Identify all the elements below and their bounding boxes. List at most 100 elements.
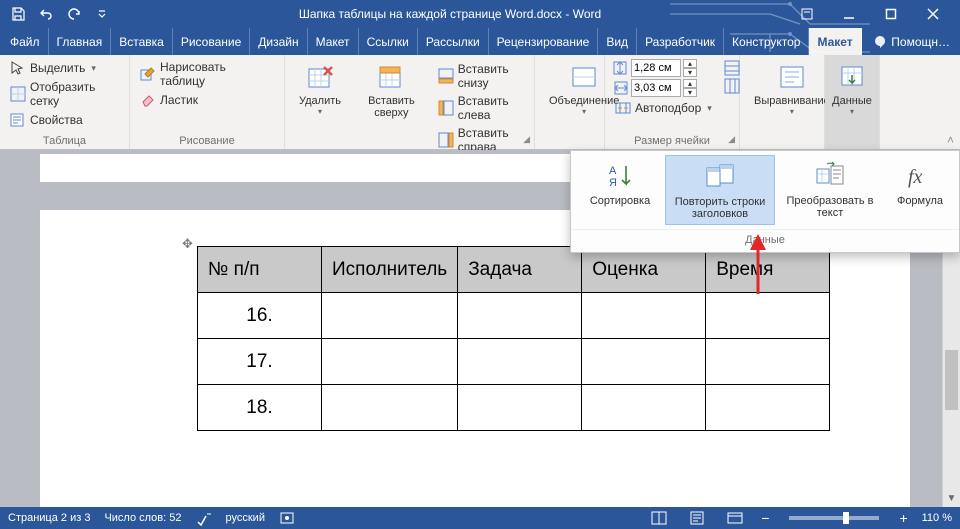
view-read-mode-button[interactable] [647, 507, 671, 529]
rows-cols-launcher[interactable]: ◢ [523, 134, 530, 145]
table-header-row[interactable]: № п/п Исполнитель Задача Оценка Время [198, 247, 830, 293]
table-cell[interactable]: 16. [198, 293, 322, 339]
table-cell[interactable]: 18. [198, 385, 322, 431]
table-cell[interactable] [582, 293, 706, 339]
maximize-button[interactable] [870, 0, 912, 28]
table-header-cell[interactable]: № п/п [198, 247, 322, 293]
gridlines-button[interactable]: Отобразить сетку [8, 79, 121, 109]
tab-insert[interactable]: Вставка [111, 28, 173, 55]
table-header-cell[interactable]: Задача [458, 247, 582, 293]
table-cell[interactable] [582, 385, 706, 431]
table-cell[interactable] [322, 339, 458, 385]
table-header-cell[interactable]: Время [706, 247, 830, 293]
scroll-thumb[interactable] [945, 350, 958, 410]
tab-review[interactable]: Рецензирование [489, 28, 599, 55]
col-width-input[interactable] [631, 79, 681, 97]
merge-icon [568, 61, 600, 93]
repeat-header-rows-button[interactable]: Повторить строки заголовков [665, 155, 775, 225]
table-row[interactable]: 18. [198, 385, 830, 431]
document-page[interactable]: ✥ № п/п Исполнитель Задача Оценка Время … [40, 210, 910, 507]
row-height-input[interactable] [631, 59, 681, 77]
tab-draw[interactable]: Рисование [173, 28, 250, 55]
table-cell[interactable] [458, 385, 582, 431]
alignment-button[interactable]: Выравнивание ▾ [748, 59, 836, 118]
status-language[interactable]: русский [226, 512, 265, 524]
redo-button[interactable] [62, 2, 86, 26]
cell-size-launcher[interactable]: ◢ [728, 134, 735, 145]
insert-below-button[interactable]: Вставить снизу [436, 61, 526, 91]
table-row[interactable]: 16. [198, 293, 830, 339]
collapse-ribbon-button[interactable]: ˄ [947, 133, 954, 147]
eraser-button[interactable]: Ластик [138, 91, 276, 109]
ribbon-options-button[interactable] [786, 0, 828, 28]
gridlines-label: Отобразить сетку [30, 80, 119, 108]
zoom-in-button[interactable]: + [899, 510, 907, 526]
table-cell[interactable] [458, 293, 582, 339]
qat-customize-button[interactable] [90, 2, 114, 26]
width-up[interactable]: ▴ [683, 79, 697, 88]
undo-button[interactable] [34, 2, 58, 26]
tab-table-design[interactable]: Конструктор [724, 28, 809, 55]
table-header-cell[interactable]: Оценка [582, 247, 706, 293]
tab-home[interactable]: Главная [49, 28, 112, 55]
status-spellcheck-icon[interactable] [196, 510, 212, 526]
scroll-down-button[interactable]: ▼ [943, 489, 960, 507]
tab-design[interactable]: Дизайн [250, 28, 307, 55]
table-cell[interactable] [458, 339, 582, 385]
table-cell[interactable] [322, 293, 458, 339]
data-dropdown-label: Данные [832, 95, 872, 107]
tell-me-button[interactable]: Помощн… [863, 28, 960, 55]
data-dropdown-button[interactable]: Данные ▾ [826, 59, 878, 118]
sort-label: Сортировка [590, 195, 650, 207]
table-row[interactable]: 17. [198, 339, 830, 385]
table-cell[interactable] [706, 385, 830, 431]
tab-layout[interactable]: Макет [308, 28, 359, 55]
tab-table-layout[interactable]: Макет [809, 28, 861, 55]
distribute-rows-button[interactable] [724, 60, 740, 76]
save-button[interactable] [6, 2, 30, 26]
view-web-layout-button[interactable] [723, 507, 747, 529]
height-down[interactable]: ▾ [683, 68, 697, 77]
close-button[interactable] [912, 0, 954, 28]
formula-button[interactable]: fx Формула [885, 155, 955, 225]
convert-to-text-button[interactable]: Преобразовать в текст [775, 155, 885, 225]
height-up[interactable]: ▴ [683, 59, 697, 68]
table-cell[interactable] [706, 339, 830, 385]
status-word-count[interactable]: Число слов: 52 [104, 512, 181, 524]
row-height-field[interactable]: ▴▾ [613, 59, 714, 77]
tab-file[interactable]: Файл [2, 28, 49, 55]
zoom-slider[interactable] [789, 516, 879, 520]
alignment-icon [776, 61, 808, 93]
table-cell[interactable]: 17. [198, 339, 322, 385]
tab-mailings[interactable]: Рассылки [418, 28, 489, 55]
status-bar: Страница 2 из 3 Число слов: 52 русский −… [0, 507, 960, 529]
table-header-cell[interactable]: Исполнитель [322, 247, 458, 293]
insert-left-button[interactable]: Вставить слева [436, 93, 526, 123]
autofit-button[interactable]: Автоподбор▾ [613, 99, 714, 117]
sort-button[interactable]: АЯ Сортировка [575, 155, 665, 225]
table-cell[interactable] [706, 293, 830, 339]
select-button[interactable]: Выделить▾ [8, 59, 121, 77]
status-page[interactable]: Страница 2 из 3 [8, 512, 90, 524]
tab-view[interactable]: Вид [598, 28, 637, 55]
group-cell-size-label: Размер ячейки [613, 133, 731, 147]
draw-table-button[interactable]: Нарисовать таблицу [138, 59, 276, 89]
properties-button[interactable]: Свойства [8, 111, 121, 129]
table-cell[interactable] [322, 385, 458, 431]
table-cell[interactable] [582, 339, 706, 385]
delete-button[interactable]: Удалить ▾ [293, 59, 347, 118]
distribute-cols-button[interactable] [724, 78, 740, 94]
table-anchor-icon[interactable]: ✥ [182, 236, 193, 252]
col-width-field[interactable]: ▴▾ [613, 79, 714, 97]
insert-above-button[interactable]: Вставить сверху [353, 59, 430, 121]
width-down[interactable]: ▾ [683, 88, 697, 97]
view-print-layout-button[interactable] [685, 507, 709, 529]
status-macro-icon[interactable] [279, 510, 295, 526]
minimize-button[interactable] [828, 0, 870, 28]
zoom-out-button[interactable]: − [761, 510, 769, 526]
zoom-level[interactable]: 110 % [922, 512, 952, 524]
zoom-slider-knob[interactable] [843, 512, 849, 524]
tab-references[interactable]: Ссылки [359, 28, 418, 55]
demo-table[interactable]: № п/п Исполнитель Задача Оценка Время 16… [197, 246, 830, 431]
tab-developer[interactable]: Разработчик [637, 28, 724, 55]
